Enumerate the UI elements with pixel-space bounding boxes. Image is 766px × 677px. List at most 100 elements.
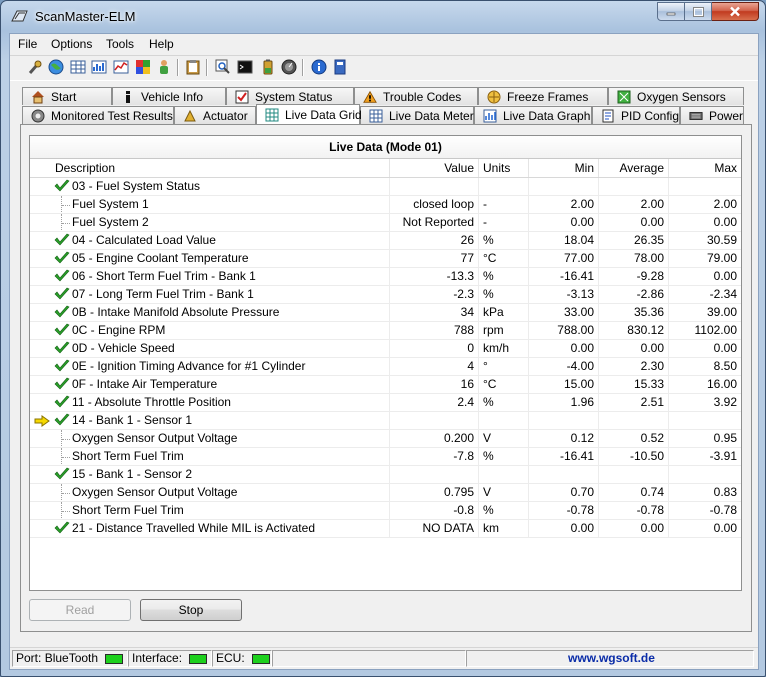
tab-monitored-test-results[interactable]: Monitored Test Results [22,106,174,124]
ecu-led [252,653,271,664]
cell-value: 788 [390,322,479,339]
sensor-icon [617,90,631,104]
graph-icon[interactable] [113,59,129,75]
table-row[interactable]: 0D - Vehicle Speed 0 km/h 0.00 0.00 0.00 [30,340,741,358]
table-row[interactable]: 0B - Intake Manifold Absolute Pressure 34… [30,304,741,322]
person-icon[interactable] [156,59,172,75]
table-row[interactable]: 0E - Ignition Timing Advance for #1 Cyli… [30,358,741,376]
menu-help[interactable]: Help [149,37,174,51]
website-link[interactable]: www.wgsoft.de [466,650,754,667]
info-icon[interactable] [311,59,327,75]
table-row[interactable]: Fuel System 1 closed loop -2.00 2.00 2.00 [30,196,741,214]
cell-units: rpm [479,322,529,339]
globe-icon[interactable] [48,59,64,75]
table-row[interactable]: 15 - Bank 1 - Sensor 2 [30,466,741,484]
cell-description: Oxygen Sensor Output Voltage [30,484,390,501]
stop-button[interactable]: Stop [140,599,242,621]
cell-value: 0.795 [390,484,479,501]
table-row[interactable]: Short Term Fuel Trim -7.8% -16.41 -10.50 -3.… [30,448,741,466]
tab-power[interactable]: Power [680,106,744,124]
clipboard-icon[interactable] [185,59,201,75]
header-description[interactable]: Description [30,159,390,177]
table-row[interactable]: 06 - Short Term Fuel Trim - Bank 1 -13.3%… [30,268,741,286]
cell-value: 77 [390,250,479,267]
status-port: Port: BlueTooth [12,650,128,667]
maximize-button[interactable] [685,2,712,21]
tab-start[interactable]: Start [22,87,112,105]
cell-value: -7.8 [390,448,479,465]
tab-label: Monitored Test Results [51,108,173,123]
table-row[interactable]: 11 - Absolute Throttle Position 2.4% 1.96 2… [30,394,741,412]
palette-icon[interactable] [135,59,151,75]
tab-vehicle-info[interactable]: Vehicle Info [112,87,226,105]
book-icon[interactable] [332,59,348,75]
header-max[interactable]: Max [669,159,741,177]
dial-icon[interactable] [281,59,297,75]
grid-title: Live Data (Mode 01) [30,136,741,159]
cell-average [599,178,669,195]
tab-trouble-codes[interactable]: Trouble Codes [354,87,478,105]
title-bar[interactable]: ScanMaster-ELM [1,1,765,33]
cell-average: -9.28 [599,268,669,285]
read-button[interactable]: Read [29,599,131,621]
table-row[interactable]: Short Term Fuel Trim -0.8% -0.78 -0.78 -0.78 [30,502,741,520]
cell-units: % [479,232,529,249]
menu-tools[interactable]: Tools [106,37,134,51]
window-title: ScanMaster-ELM [35,9,136,24]
status-bar: Port: BlueTooth Interface: ECU: www.wgso… [10,647,758,669]
header-value[interactable]: Value [390,159,479,177]
search-icon[interactable] [215,59,231,75]
table-row[interactable]: 0C - Engine RPM 788 rpm 788.00 830.12 1102.00 [30,322,741,340]
cell-average: 2.51 [599,394,669,411]
table-row[interactable]: Fuel System 2 Not Reported -0.00 0.00 0.00 [30,214,741,232]
tab-oxygen-sensors[interactable]: Oxygen Sensors [608,87,744,105]
cell-average: 0.52 [599,430,669,447]
minimize-button[interactable] [657,2,685,21]
table-row[interactable]: 07 - Long Term Fuel Trim - Bank 1 -2.3% -3… [30,286,741,304]
cell-min: -16.41 [529,448,599,465]
grid-icon[interactable] [70,59,86,75]
tab-label: Live Data Graph [503,108,591,123]
tab-freeze-frames[interactable]: Freeze Frames [478,87,608,105]
table-row[interactable]: Oxygen Sensor Output Voltage 0.200 V 0.12 0.… [30,430,741,448]
tab-live-data-graph[interactable]: Live Data Graph [474,106,592,124]
cell-max: 0.83 [713,485,737,499]
table-row[interactable]: 21 - Distance Travelled While MIL is Act… [30,520,741,538]
tab-label: Live Data Grid [285,107,362,122]
cell-min: 18.04 [529,232,599,249]
terminal-icon[interactable] [237,59,253,75]
graph-icon [483,109,497,123]
header-min[interactable]: Min [529,159,599,177]
menu-file[interactable]: File [18,37,37,51]
wrench-connect-icon[interactable] [27,59,43,75]
menu-options[interactable]: Options [51,37,92,51]
meter-icon[interactable] [91,59,107,75]
tab-live-data-grid[interactable]: Live Data Grid [256,104,362,124]
battery-icon[interactable] [260,59,276,75]
cell-description: 11 - Absolute Throttle Position [30,394,390,411]
tab-pid-config[interactable]: PID Config [592,106,680,124]
tab-actuator[interactable]: Actuator [174,106,256,124]
close-button[interactable] [712,2,759,21]
tree-line [61,448,70,465]
table-row[interactable]: 05 - Engine Coolant Temperature 77 °C 77.00… [30,250,741,268]
header-units[interactable]: Units [479,159,529,177]
description-text: 04 - Calculated Load Value [72,233,216,247]
table-row[interactable]: 14 - Bank 1 - Sensor 1 [30,412,741,430]
tab-system-status[interactable]: System Status [226,87,354,105]
cell-units [479,466,529,483]
live-data-table[interactable]: Live Data (Mode 01) Description Value Un… [29,135,742,591]
check-icon [54,377,70,390]
cell-description: 04 - Calculated Load Value [30,232,390,249]
table-row[interactable]: 03 - Fuel System Status [30,178,741,196]
table-row[interactable]: Oxygen Sensor Output Voltage 0.795 V 0.70 0.… [30,484,741,502]
tab-live-data-meter[interactable]: Live Data Meter [360,106,474,124]
table-row[interactable]: 04 - Calculated Load Value 26% 18.04 26.35 3… [30,232,741,250]
header-average[interactable]: Average [599,159,669,177]
table-row[interactable]: 0F - Intake Air Temperature 16 °C 15.00 15.3… [30,376,741,394]
cell-average: 26.35 [599,232,669,249]
check-icon [54,341,70,354]
cell-units [479,412,529,429]
description-text: Fuel System 1 [72,197,149,211]
cell-description: 21 - Distance Travelled While MIL is Act… [30,520,390,537]
